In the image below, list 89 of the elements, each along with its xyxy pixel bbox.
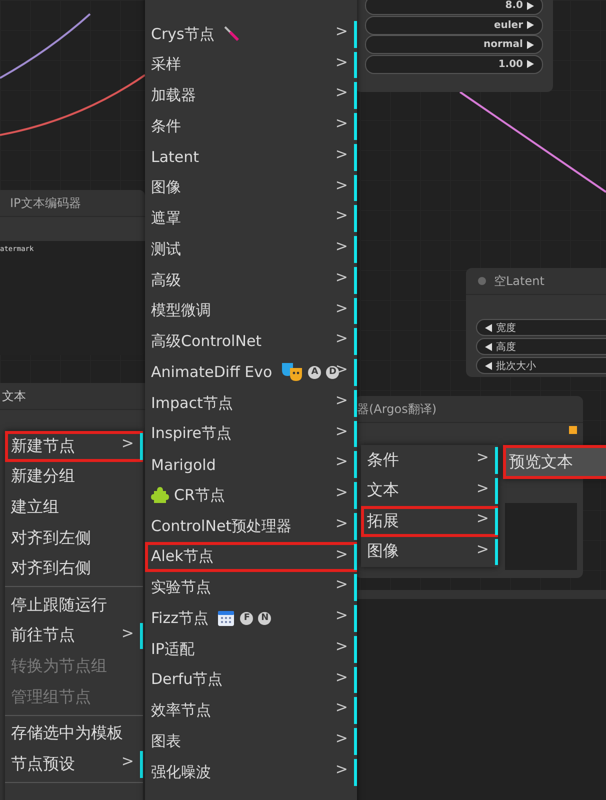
submenu-arrow: > bbox=[335, 176, 348, 194]
value-widget[interactable]: 8.0 bbox=[365, 0, 543, 15]
puzzle-piece-icon bbox=[151, 486, 169, 504]
menu-item[interactable]: 建立组 bbox=[5, 492, 143, 523]
menu-item[interactable]: 新建节点 > bbox=[5, 431, 143, 462]
submenu-arrow: > bbox=[335, 636, 348, 655]
value-widget[interactable]: 1.00 bbox=[365, 54, 543, 74]
menu-item[interactable]: 遮罩 > bbox=[145, 203, 357, 234]
menu-item[interactable]: 测试 > bbox=[145, 234, 357, 265]
menu-item[interactable]: Fizz节点 F N > bbox=[145, 603, 357, 634]
theater-masks-icon bbox=[281, 362, 304, 382]
menu-item[interactable]: Alek节点 > bbox=[145, 542, 357, 572]
letter-badge: N bbox=[258, 612, 272, 625]
submenu-arrow: > bbox=[335, 698, 348, 716]
menu-item[interactable]: Marigold > bbox=[145, 449, 357, 480]
menu-item[interactable]: 高级ControlNet > bbox=[145, 326, 357, 357]
submenu-arrow: > bbox=[335, 422, 348, 440]
submenu-arrow: > bbox=[335, 114, 348, 132]
submenu-arrow: > bbox=[335, 760, 348, 778]
letter-badge: A bbox=[308, 366, 322, 379]
value-widget[interactable]: 宽度 bbox=[476, 319, 606, 336]
submenu-arrow: > bbox=[335, 144, 348, 163]
arrow-icon bbox=[485, 362, 492, 370]
letter-badge: F bbox=[240, 612, 254, 625]
status-dot bbox=[478, 277, 486, 285]
submenu-arrow: > bbox=[335, 237, 348, 255]
menu-item[interactable]: Crys节点 > bbox=[145, 18, 357, 50]
submenu-arrow: > bbox=[335, 298, 348, 316]
menu-item[interactable]: 文本 > bbox=[361, 476, 498, 506]
menu-item[interactable]: 存储选中为模板 bbox=[5, 718, 143, 749]
submenu-arrow: > bbox=[335, 22, 348, 40]
output-slot-icon bbox=[569, 426, 577, 434]
menu-item[interactable]: Derfu节点 > bbox=[145, 664, 357, 696]
menu-item[interactable]: 图表 > bbox=[145, 726, 357, 757]
submenu-arrow: > bbox=[335, 729, 348, 747]
submenu-arrow: > bbox=[121, 752, 134, 770]
submenu-arrow: > bbox=[335, 668, 348, 686]
submenu-arrow: > bbox=[335, 606, 348, 624]
submenu-arrow: > bbox=[121, 434, 134, 452]
node-title: 器(Argos翻译) bbox=[355, 396, 583, 423]
menu-item[interactable]: 对齐到左侧 bbox=[5, 522, 143, 554]
menu-item[interactable]: 实验节点 > bbox=[145, 572, 357, 603]
submenu-arrow: > bbox=[335, 390, 348, 409]
submenu-arrow: > bbox=[476, 478, 489, 496]
arrow-icon bbox=[527, 60, 534, 68]
menu-item[interactable]: 预览文本 bbox=[503, 445, 606, 479]
value-widget[interactable]: normal bbox=[365, 35, 543, 54]
submenu-arrow: > bbox=[476, 448, 489, 466]
menu-item[interactable]: 模型微调 > bbox=[145, 296, 357, 326]
calendar-icon bbox=[217, 609, 236, 628]
menu-item[interactable]: 效率节点 > bbox=[145, 695, 357, 726]
menu-item[interactable]: 前往节点 > bbox=[5, 620, 143, 652]
menu-item[interactable]: 拓展 > bbox=[361, 506, 498, 536]
menu-item[interactable]: Inspire节点 > bbox=[145, 418, 357, 450]
menu-item[interactable]: 节点预设 > bbox=[5, 748, 143, 780]
value-widget[interactable]: euler bbox=[365, 16, 543, 34]
menu-item[interactable]: 高级 > bbox=[145, 264, 357, 296]
menu-item[interactable]: 对齐到右侧 bbox=[5, 553, 143, 584]
submenu-arrow: > bbox=[335, 544, 348, 562]
value-widget[interactable]: 高度 bbox=[476, 338, 606, 355]
submenu-arrow: > bbox=[335, 206, 348, 224]
submenu-arrow: > bbox=[335, 514, 348, 532]
menu-item[interactable]: ControlNet预处理器 > bbox=[145, 510, 357, 542]
submenu-arrow: > bbox=[335, 483, 348, 501]
value-widget[interactable]: 批次大小 bbox=[476, 357, 606, 374]
submenu-arrow: > bbox=[476, 509, 489, 527]
menu-item[interactable]: Latent > bbox=[145, 142, 357, 172]
submenu-arrow: > bbox=[335, 83, 348, 102]
submenu-arrow: > bbox=[335, 268, 348, 286]
menu-item[interactable]: 新建分组 bbox=[5, 462, 143, 492]
screwdriver-icon bbox=[223, 25, 242, 44]
submenu-arrow: > bbox=[335, 329, 348, 348]
submenu-arrow: > bbox=[121, 624, 134, 642]
submenu-arrow: > bbox=[335, 52, 348, 70]
submenu-arrow: > bbox=[476, 540, 489, 558]
menu-item[interactable]: 强化噪波 > bbox=[145, 756, 357, 788]
menu-item[interactable]: CR节点 > bbox=[145, 480, 357, 511]
menu-item[interactable]: 停止跟随运行 bbox=[5, 590, 143, 621]
menu-item[interactable]: 条件 > bbox=[145, 111, 357, 142]
submenu-arrow: > bbox=[335, 452, 348, 470]
menu-item[interactable]: 图像 > bbox=[361, 536, 498, 567]
menu-item[interactable]: 采样 > bbox=[145, 50, 357, 80]
menu-item[interactable]: IP适配 > bbox=[145, 634, 357, 664]
menu-item[interactable]: 加载器 > bbox=[145, 80, 357, 111]
node-title: 空Latent bbox=[466, 268, 606, 295]
menu-item[interactable]: 图像 > bbox=[145, 172, 357, 204]
menu-item[interactable]: 条件 > bbox=[361, 445, 498, 476]
menu-item[interactable]: Impact节点 > bbox=[145, 388, 357, 418]
submenu-arrow: > bbox=[335, 575, 348, 594]
